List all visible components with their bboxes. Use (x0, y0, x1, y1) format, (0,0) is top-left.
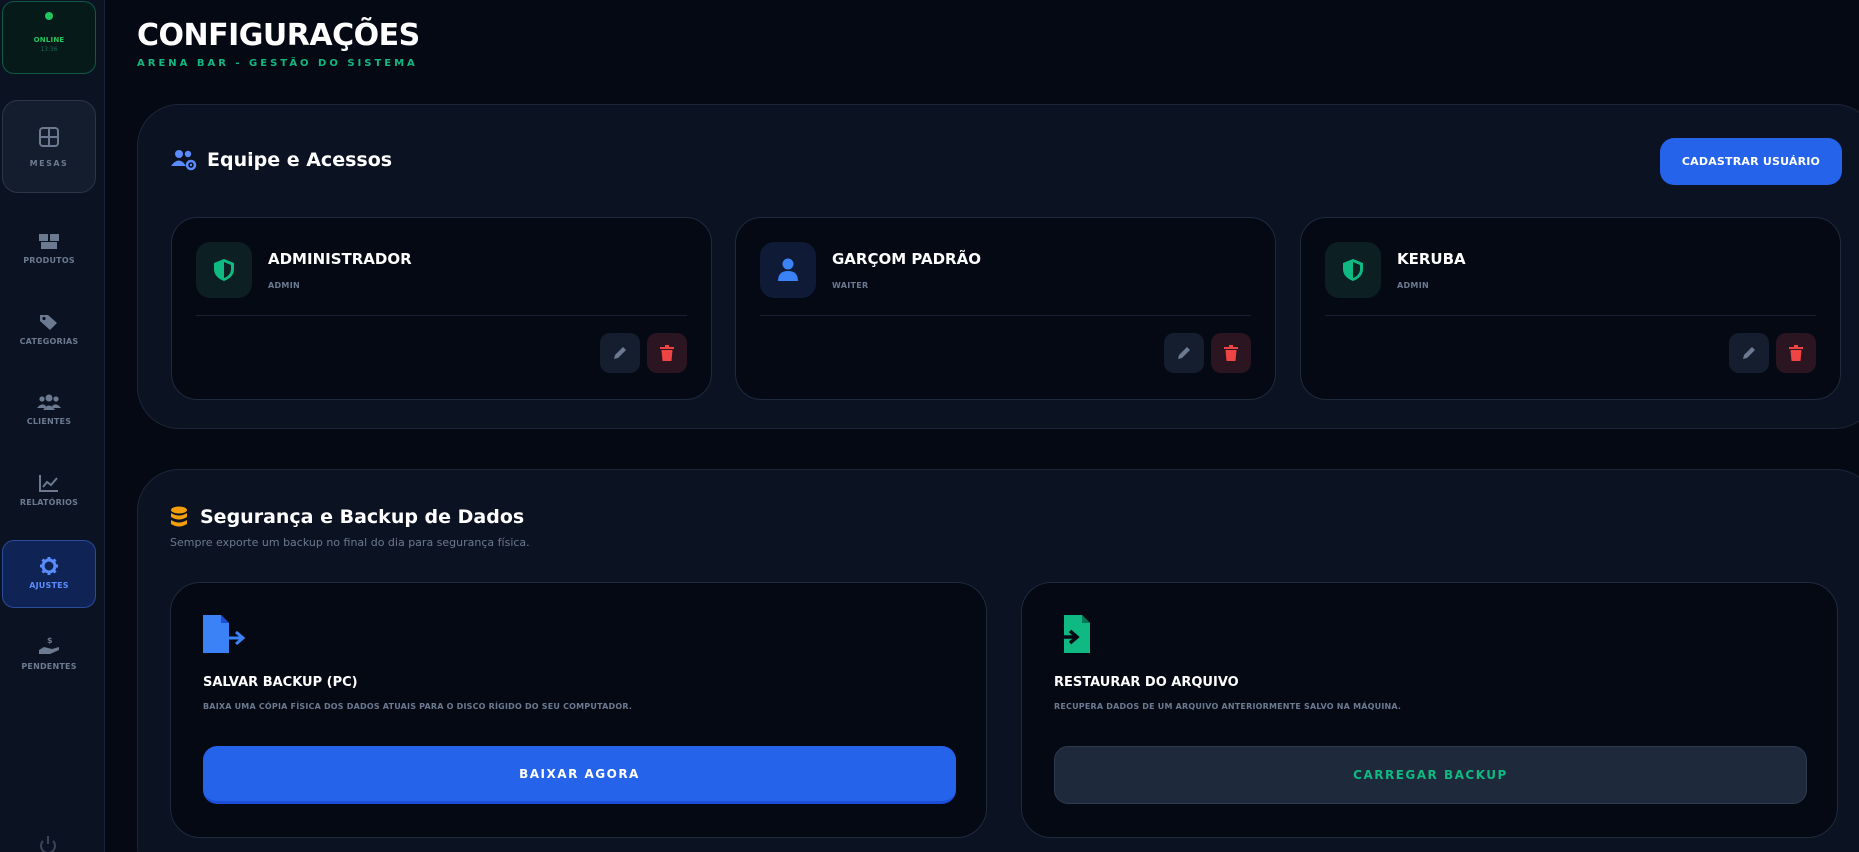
delete-user-button[interactable] (1211, 333, 1251, 373)
user-role: WAITER (832, 281, 869, 290)
user-name: KERUBA (1397, 250, 1466, 268)
status-dot-icon (45, 12, 53, 20)
hand-dollar-icon: $ (39, 636, 59, 654)
user-role: ADMIN (1397, 281, 1429, 290)
pencil-icon (1178, 347, 1190, 359)
user-icon (778, 258, 798, 281)
sidebar-item-mesas[interactable]: MESAS (2, 100, 96, 193)
status-label: ONLINE (33, 36, 65, 44)
trash-icon (660, 345, 674, 361)
edit-user-button[interactable] (1164, 333, 1204, 373)
file-import-icon (1054, 615, 1090, 653)
backup-section-title: Segurança e Backup de Dados (200, 506, 525, 528)
database-icon (171, 506, 187, 527)
trash-icon (1224, 345, 1238, 361)
boxes-icon (39, 234, 59, 249)
sidebar-item-label: CATEGORIAS (19, 337, 79, 346)
pencil-icon (1743, 347, 1755, 359)
divider (760, 315, 1251, 316)
restore-backup-description: RECUPERA DADOS DE UM ARQUIVO ANTERIORMEN… (1054, 702, 1402, 711)
sidebar-item-label: PENDENTES (21, 662, 77, 671)
sidebar: ONLINE 13:36 MESAS PRODUTOS CATEGORIAS C… (0, 0, 105, 852)
save-backup-description: BAIXA UMA CÓPIA FÍSICA DOS DADOS ATUAIS … (203, 702, 633, 711)
load-backup-button[interactable]: CARREGAR BACKUP (1054, 746, 1807, 804)
sidebar-item-label: PRODUTOS (23, 256, 75, 265)
user-name: ADMINISTRADOR (268, 250, 412, 268)
add-user-button[interactable]: CADASTRAR USUÁRIO (1660, 138, 1842, 185)
team-panel: Equipe e Acessos CADASTRAR USUÁRIO ADMIN… (137, 104, 1859, 429)
delete-user-button[interactable] (1776, 333, 1816, 373)
page-subtitle: ARENA BAR - GESTÃO DO SISTEMA (137, 58, 418, 69)
file-export-icon (203, 615, 245, 653)
pencil-icon (614, 347, 626, 359)
backup-description: Sempre exporte um backup no final do dia… (170, 536, 530, 549)
backup-panel: Segurança e Backup de Dados Sempre expor… (137, 469, 1859, 852)
users-icon (37, 394, 61, 410)
sidebar-item-label: CLIENTES (26, 417, 72, 426)
avatar (760, 242, 816, 298)
restore-backup-title: RESTAURAR DO ARQUIVO (1054, 675, 1239, 690)
page-title: CONFIGURAÇÕES (137, 18, 420, 53)
shield-icon (214, 259, 234, 281)
user-name: GARÇOM PADRÃO (832, 250, 981, 268)
avatar (196, 242, 252, 298)
chart-line-icon (39, 475, 58, 492)
avatar (1325, 242, 1381, 298)
divider (1325, 315, 1816, 316)
save-backup-title: SALVAR BACKUP (PC) (203, 675, 358, 690)
delete-user-button[interactable] (647, 333, 687, 373)
gear-icon (40, 557, 58, 575)
user-card: ADMINISTRADOR ADMIN (171, 217, 712, 400)
svg-text:$: $ (47, 636, 53, 645)
sidebar-item-ajustes[interactable]: AJUSTES (2, 540, 96, 608)
online-status-badge: ONLINE 13:36 (2, 1, 96, 74)
power-icon[interactable] (38, 836, 58, 852)
restore-backup-card: RESTAURAR DO ARQUIVO RECUPERA DADOS DE U… (1021, 582, 1838, 838)
trash-icon (1789, 345, 1803, 361)
save-backup-card: SALVAR BACKUP (PC) BAIXA UMA CÓPIA FÍSIC… (170, 582, 987, 838)
sidebar-item-clientes[interactable]: CLIENTES (2, 393, 96, 453)
edit-user-button[interactable] (600, 333, 640, 373)
sidebar-item-label: AJUSTES (29, 581, 69, 590)
grid-icon (39, 127, 59, 147)
sidebar-item-produtos[interactable]: PRODUTOS (2, 232, 96, 292)
tags-icon (40, 315, 57, 330)
user-card: GARÇOM PADRÃO WAITER (735, 217, 1276, 400)
sidebar-item-label: MESAS (29, 159, 69, 168)
download-now-button[interactable]: BAIXAR AGORA (203, 746, 956, 804)
sidebar-item-categorias[interactable]: CATEGORIAS (2, 313, 96, 373)
user-role: ADMIN (268, 281, 300, 290)
status-time: 13:36 (40, 46, 58, 53)
sidebar-item-label: RELATÓRIOS (19, 498, 79, 507)
shield-icon (1343, 259, 1363, 281)
sidebar-item-relatorios[interactable]: RELATÓRIOS (2, 474, 96, 534)
user-card: KERUBA ADMIN (1300, 217, 1841, 400)
team-section-title: Equipe e Acessos (207, 149, 393, 171)
edit-user-button[interactable] (1729, 333, 1769, 373)
sidebar-item-pendentes[interactable]: $ PENDENTES (2, 636, 96, 696)
users-gear-icon (171, 150, 197, 171)
divider (196, 315, 687, 316)
